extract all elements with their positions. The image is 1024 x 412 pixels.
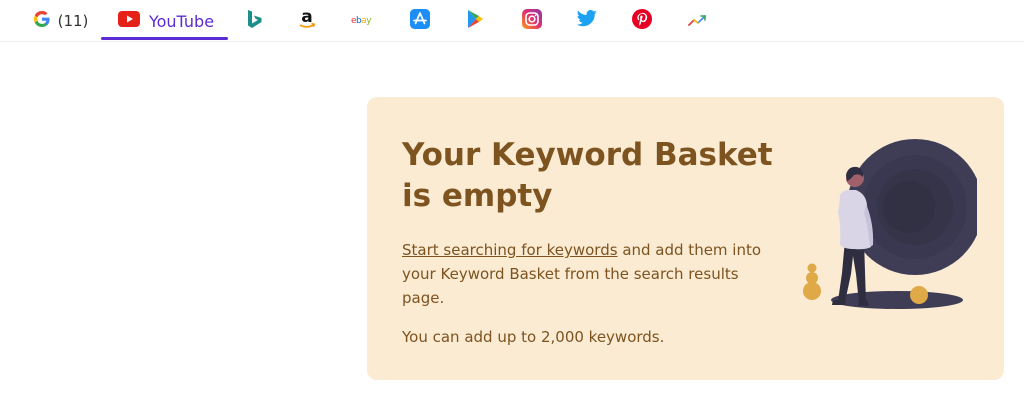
tab-youtube[interactable]: YouTube (110, 0, 222, 42)
tab-trends[interactable] (684, 0, 714, 42)
tab-ebay[interactable]: ebay (350, 0, 380, 42)
tab-google[interactable]: (11) (28, 0, 92, 42)
svg-text:a: a (301, 8, 312, 27)
active-tab-indicator (101, 37, 228, 40)
trending-up-icon (688, 12, 710, 31)
tab-instagram[interactable] (517, 0, 547, 42)
empty-basket-illustration (792, 133, 983, 318)
tab-bing[interactable] (240, 0, 270, 42)
amazon-icon: a (297, 7, 317, 34)
tab-twitter[interactable] (572, 0, 602, 42)
svg-text:ebay: ebay (351, 16, 372, 26)
youtube-icon (117, 11, 140, 31)
empty-basket-title: Your Keyword Basket is empty (402, 137, 773, 214)
twitter-icon (576, 10, 598, 32)
pinterest-icon (632, 9, 652, 33)
tab-play-store[interactable] (460, 0, 490, 42)
empty-basket-description: Start searching for keywords and add the… (402, 238, 782, 310)
tab-amazon[interactable]: a (292, 0, 322, 42)
keyword-limit-text: You can add up to 2,000 keywords. (402, 328, 665, 346)
google-icon (32, 9, 52, 33)
app-store-icon (410, 9, 430, 33)
tab-app-store[interactable] (405, 0, 435, 42)
google-result-count: (11) (57, 12, 89, 30)
tab-pinterest[interactable] (627, 0, 657, 42)
empty-basket-card: Your Keyword Basket is empty Start searc… (367, 97, 1004, 380)
bing-icon (247, 9, 263, 33)
start-searching-link[interactable]: Start searching for keywords (402, 241, 618, 259)
play-store-icon (466, 9, 484, 33)
instagram-icon (522, 9, 542, 33)
tab-youtube-label: YouTube (148, 11, 215, 31)
platform-tab-bar: (11) YouTube a ebay (0, 0, 1024, 42)
ebay-icon: ebay (351, 12, 379, 31)
